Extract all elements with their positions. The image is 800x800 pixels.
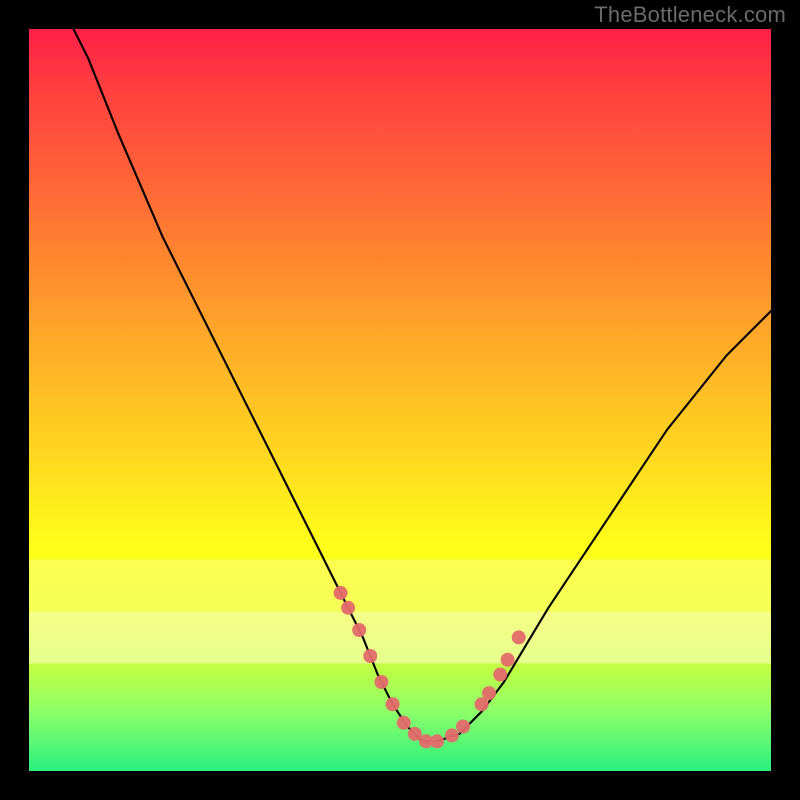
curve-marker [493, 668, 507, 682]
haze-band-lower [29, 612, 771, 664]
curve-marker [341, 601, 355, 615]
haze-band-upper [29, 560, 771, 612]
chart-svg [29, 29, 771, 771]
curve-marker [456, 720, 470, 734]
curve-marker [482, 686, 496, 700]
curve-marker [512, 630, 526, 644]
curve-marker [363, 649, 377, 663]
plot-area [29, 29, 771, 771]
curve-marker [334, 586, 348, 600]
curve-marker [501, 653, 515, 667]
chart-frame: TheBottleneck.com [0, 0, 800, 800]
curve-marker [397, 716, 411, 730]
curve-marker [430, 734, 444, 748]
curve-marker [374, 675, 388, 689]
curve-marker [352, 623, 366, 637]
curve-marker [445, 728, 459, 742]
curve-marker [386, 697, 400, 711]
haze-bands [29, 560, 771, 664]
attribution-label: TheBottleneck.com [594, 2, 786, 28]
